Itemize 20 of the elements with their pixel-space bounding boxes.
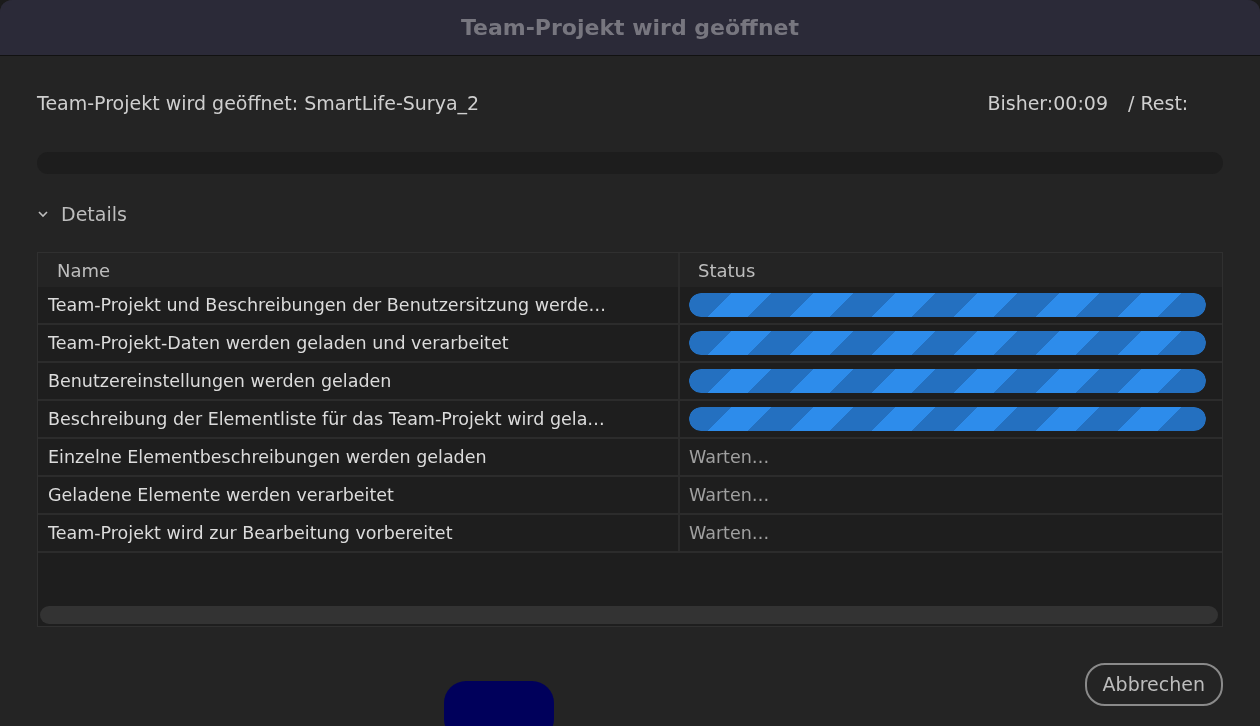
window-title: Team-Projekt wird geöffnet <box>460 14 800 42</box>
details-toggle[interactable]: Details <box>37 178 1223 250</box>
table-cell-text: Beschreibung der Elementliste für das Team-Projekt wird gela… <box>48 407 605 431</box>
status-text: Warten… <box>689 521 770 545</box>
cancel-button[interactable]: Abbrechen <box>1084 663 1223 706</box>
status-message: Team-Projekt wird geöffnet: SmartLife-Surya_2 <box>37 90 480 117</box>
table-cell-text: Team-Projekt-Daten werden geladen und verarbeitet <box>48 331 509 355</box>
table-cell-text: Geladene Elemente werden verarbeitet <box>48 483 394 507</box>
elapsed-time: Bisher:00:09 <box>987 90 1108 116</box>
column-header: Status <box>697 258 756 283</box>
status-text: Warten… <box>689 445 770 469</box>
table-cell-text: Team-Projekt und Beschreibungen der Benutzersitzung werde… <box>48 293 607 317</box>
table-cell-text: Einzelne Elementbeschreibungen werden geladen <box>48 445 487 469</box>
remaining-time: / Rest: <box>1128 90 1190 116</box>
table-cell-text: Benutzereinstellungen werden geladen <box>48 369 392 393</box>
app-icon <box>444 681 554 726</box>
chevron-down-icon <box>37 208 49 220</box>
status-text: Warten… <box>689 483 770 507</box>
column-header: Name <box>56 258 111 283</box>
table-cell-text: Team-Projekt wird zur Bearbeitung vorbereitet <box>48 521 453 545</box>
